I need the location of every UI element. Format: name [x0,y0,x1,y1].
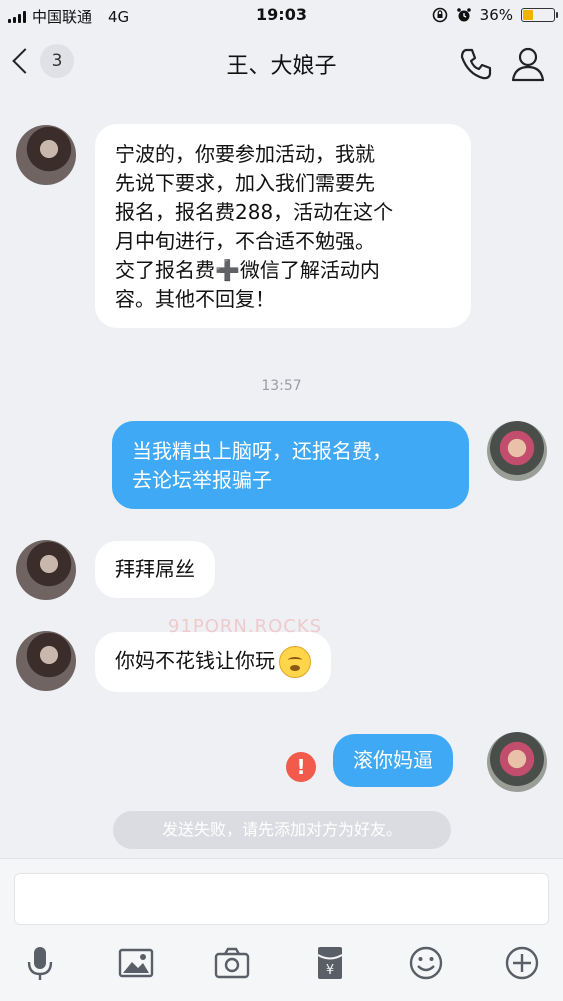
my-avatar[interactable] [487,421,547,481]
message-bubble-incoming[interactable]: 拜拜屌丝 [95,541,215,598]
red-packet-icon[interactable]: ¥ [310,943,350,983]
message-line: 先说下要求，加入我们需要先 [115,171,375,195]
message-bubble-incoming[interactable]: 你妈不花钱让你玩 [95,632,331,692]
microphone-icon[interactable] [20,943,60,983]
message-line: 月中旬进行，不合适不勉强。 [115,229,375,253]
status-right: 36% [432,6,558,24]
alarm-icon [456,8,471,22]
status-bar: 中国联通 4G 19:03 36% [0,0,563,32]
battery-fill [523,10,533,20]
system-notice: 发送失败，请先添加对方为好友。 [113,811,451,849]
person-icon[interactable] [508,44,548,84]
chat-header: 3 王、大娘子 [0,32,563,96]
contact-avatar[interactable] [16,631,76,691]
message-line: 容。其他不回复！ [115,287,275,311]
message-bubble-outgoing[interactable]: 滚你妈逼 [333,734,453,787]
message-line: 报名，报名费288，活动在这个 [115,200,394,224]
battery-icon [521,8,558,22]
input-area: ¥ [0,858,563,1001]
message-line: 当我精虫上脑呀，还报名费， [132,439,392,463]
message-text: 滚你妈逼 [353,748,433,772]
message-line: 宁波的，你要参加活动，我就 [115,142,375,166]
send-failed-icon[interactable]: ! [286,752,316,782]
emoji-icon[interactable] [406,943,446,983]
message-input[interactable] [14,873,549,925]
message-text: 拜拜屌丝 [115,557,195,581]
phone-icon[interactable] [456,44,496,84]
svg-text:¥: ¥ [326,963,334,978]
rotation-lock-icon [432,7,447,23]
contact-avatar[interactable] [16,540,76,600]
camera-icon[interactable] [212,943,252,983]
plus-icon[interactable] [502,943,542,983]
my-avatar[interactable] [487,732,547,792]
message-bubble-outgoing[interactable]: 当我精虫上脑呀，还报名费， 去论坛举报骗子 [112,421,469,509]
timestamp: 13:57 [261,378,302,394]
image-icon[interactable] [116,943,156,983]
battery-percent: 36% [479,6,513,24]
message-line: 交了报名费➕微信了解活动内 [115,258,380,282]
yawning-face-icon [279,646,311,678]
contact-avatar[interactable] [16,125,76,185]
message-text: 你妈不花钱让你玩 [115,648,275,673]
message-bubble-incoming[interactable]: 宁波的，你要参加活动，我就 先说下要求，加入我们需要先 报名，报名费288，活动… [95,124,471,328]
message-line: 去论坛举报骗子 [132,468,272,492]
